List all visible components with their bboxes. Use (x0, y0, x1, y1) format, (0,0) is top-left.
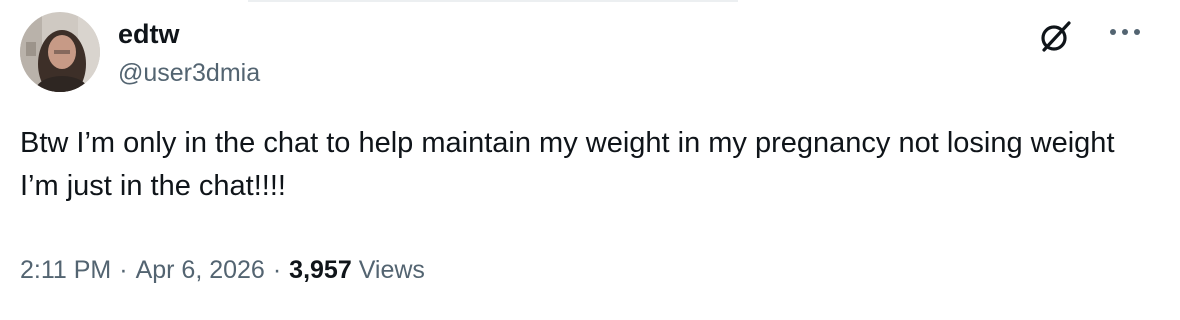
grok-icon[interactable] (1036, 16, 1076, 56)
author-display-name[interactable]: edtw (118, 18, 180, 50)
tweet-card: edtw @user3dmia Btw I’m only in the chat… (0, 0, 1180, 320)
divider (248, 0, 738, 2)
tweet-date[interactable]: Apr 6, 2026 (136, 256, 265, 284)
views-label: Views (358, 256, 425, 284)
profile-photo-icon (20, 12, 100, 92)
more-horizontal-icon[interactable] (1108, 24, 1142, 40)
tweet-meta: 2:11 PM · Apr 6, 2026 · 3,957 Views (20, 253, 425, 287)
meta-separator: · (272, 256, 282, 284)
avatar[interactable] (20, 12, 100, 92)
views-count: 3,957 (289, 256, 352, 284)
meta-separator: · (119, 256, 128, 284)
tweet-time[interactable]: 2:11 PM (20, 256, 111, 284)
tweet-text: Btw I’m only in the chat to help maintai… (20, 127, 1115, 202)
author-handle[interactable]: @user3dmia (118, 58, 260, 88)
